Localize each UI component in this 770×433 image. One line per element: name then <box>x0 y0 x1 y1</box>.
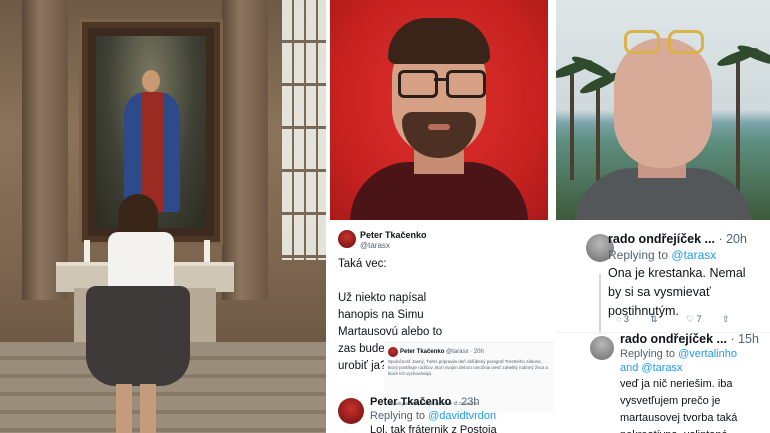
replying-label: Replying to <box>608 248 669 262</box>
replying-label: Replying to <box>620 348 676 360</box>
portrait-beach-selfie <box>556 0 770 220</box>
share-action[interactable]: ⇧ <box>722 314 730 325</box>
reply-time[interactable]: 23h <box>461 396 479 408</box>
reply-author[interactable]: Peter Tkačenko <box>370 396 451 408</box>
retweet-action[interactable]: ⇅ <box>650 314 658 325</box>
reply-count: 3 <box>623 314 629 324</box>
mention-link[interactable]: @davidtvrdon <box>428 410 496 422</box>
quoted-meta: @tarasx · 20h <box>446 349 484 355</box>
reply-icon: ◌ <box>616 314 622 324</box>
glasses-icon <box>398 70 438 98</box>
mention-link[interactable]: @tarasx <box>671 248 716 262</box>
avatar[interactable] <box>338 398 364 424</box>
like-count: 7 <box>696 314 702 324</box>
tweet-screenshot-left: Peter Tkačenko @tarasx Taká vec: Už niek… <box>330 224 556 433</box>
tweet-time[interactable]: 15h <box>738 332 759 346</box>
tweet-author[interactable]: Peter Tkačenko <box>360 230 427 240</box>
tweet-screenshot-right: rado ondřejíček ... · 20h Replying to @t… <box>556 224 770 433</box>
left-pillar <box>22 0 68 300</box>
retweet-icon: ⇅ <box>650 314 658 324</box>
right-pillar <box>222 0 268 300</box>
avatar <box>388 347 398 357</box>
portrait-red-background <box>330 0 548 220</box>
tweet-author[interactable]: rado ondřejíček ... <box>608 232 715 246</box>
tweet-handle[interactable]: @tarasx <box>360 241 390 250</box>
tweet-text: veď ja nič neriešim. iba vysvetľujem pre… <box>620 378 738 433</box>
avatar[interactable] <box>590 336 614 360</box>
quoted-author: Peter Tkačenko <box>400 349 445 355</box>
thread-line <box>599 274 601 334</box>
sunglasses-icon <box>624 30 660 54</box>
face <box>614 38 712 168</box>
share-icon: ⇧ <box>722 314 730 324</box>
avatar[interactable] <box>338 230 356 248</box>
like-action[interactable]: ♡ 7 <box>686 314 702 325</box>
reply-text: Lol, tak fráternik z Postoja <box>370 424 497 433</box>
quoted-body: Spoločnosť Jasný, Ťahni pripravila deň o… <box>388 359 548 376</box>
heart-icon: ♡ <box>686 314 695 324</box>
candle <box>84 240 90 262</box>
tweet-text: Ona je krestanka. Nemal by si sa vysmiev… <box>608 266 746 318</box>
tweet-time[interactable]: 20h <box>726 232 747 246</box>
and-label: and <box>620 362 639 374</box>
mention-link[interactable]: @tarasx <box>641 362 682 374</box>
mention-link[interactable]: @vertalinho <box>678 348 737 360</box>
tweet-author[interactable]: rado ondřejíček ... <box>620 332 727 346</box>
church-photo <box>0 0 326 433</box>
reply-action[interactable]: ◌ 3 <box>616 314 629 324</box>
replying-label: Replying to <box>370 410 426 422</box>
candle <box>204 240 210 262</box>
